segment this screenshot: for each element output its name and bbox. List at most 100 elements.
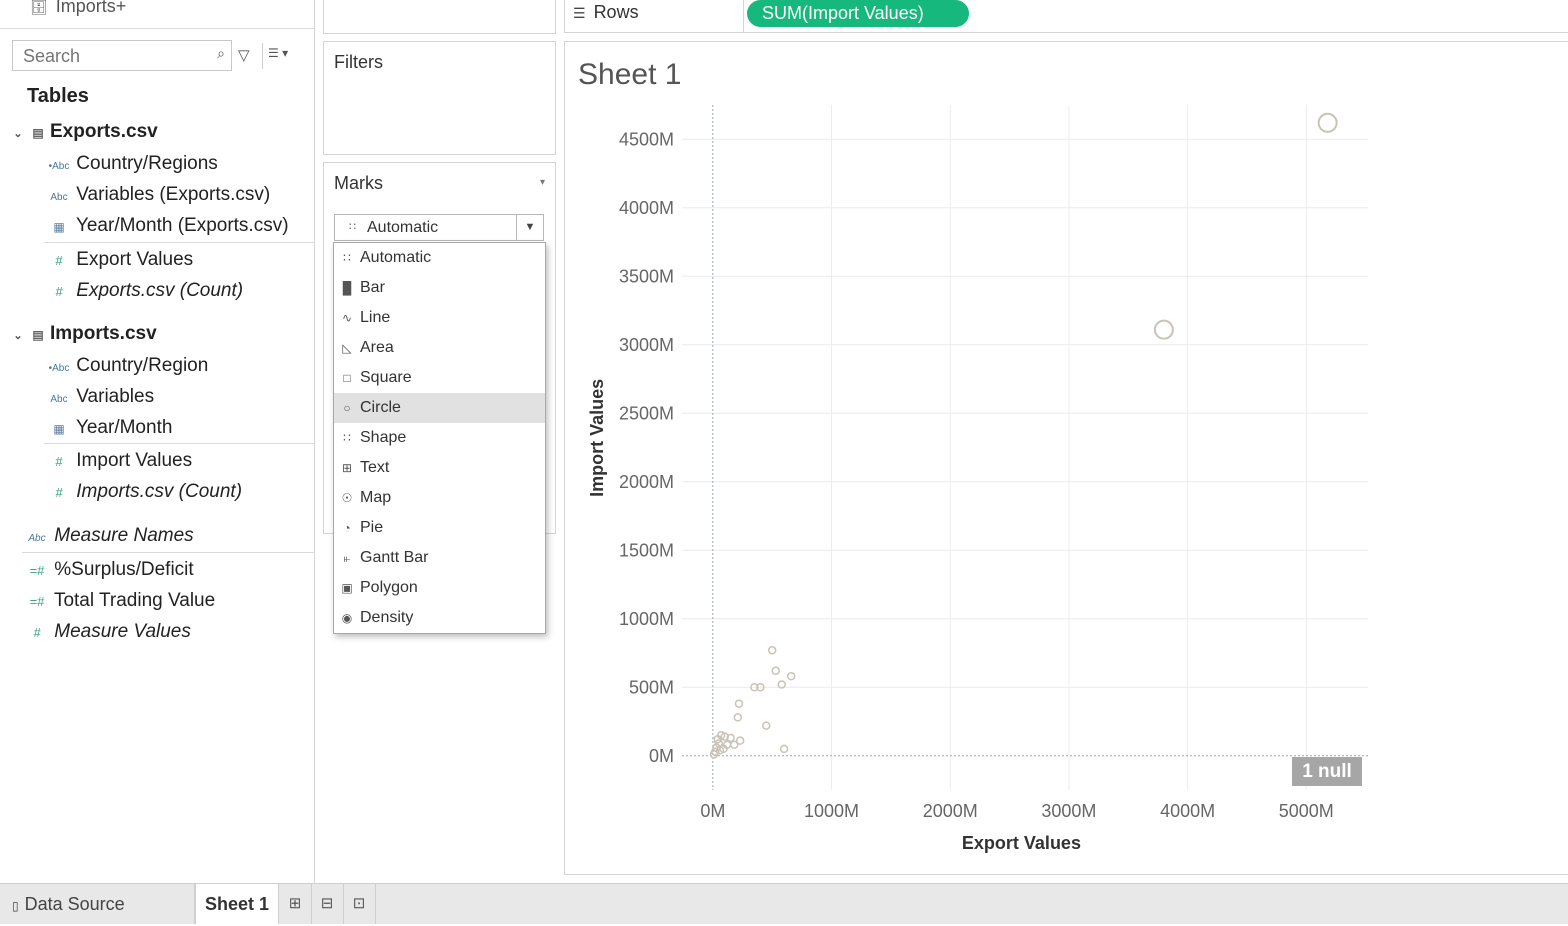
field-surplus-deficit[interactable]: =# %Surplus/Deficit (25, 556, 194, 584)
field-label: %Surplus/Deficit (54, 559, 194, 580)
field-label: Variables (76, 386, 155, 407)
mark-option-density[interactable]: ◉ Density (334, 603, 545, 633)
number-icon: # (55, 485, 63, 500)
chevron-down-icon[interactable]: ⌄ (10, 120, 26, 148)
option-label: Map (360, 489, 392, 506)
data-point (762, 721, 771, 730)
option-label: Bar (360, 279, 385, 296)
field-total-trading-value[interactable]: =# Total Trading Value (25, 587, 216, 615)
divider (44, 242, 314, 243)
data-point (1317, 112, 1338, 133)
mark-option-map[interactable]: ☉ Map (334, 483, 545, 513)
option-label: Density (360, 609, 414, 626)
new-story-icon[interactable]: ⊡ (343, 884, 376, 924)
mark-option-bar[interactable]: ▐▌ Bar (334, 273, 545, 303)
mark-option-automatic[interactable]: ∷ Automatic (334, 243, 545, 273)
mark-option-gantt-bar[interactable]: ⫦ Gantt Bar (334, 543, 545, 573)
null-indicator[interactable]: 1 null (1292, 757, 1362, 786)
field-label: Exports.csv (Count) (76, 280, 244, 301)
datasource-icon: 🗄︎ (30, 0, 48, 15)
field-label: Imports.csv (Count) (76, 481, 243, 502)
filter-icon[interactable]: ▽ (238, 46, 250, 64)
field-country-regions[interactable]: •Abc Country/Regions (47, 150, 218, 178)
automatic-icon: ∷ (343, 251, 351, 265)
field-variables-exports[interactable]: Abc Variables (Exports.csv) (47, 181, 270, 209)
mark-type-select[interactable]: ∷ Automatic ▼ (334, 214, 544, 241)
mark-option-square[interactable]: □ Square (334, 363, 545, 393)
new-dashboard-icon[interactable]: ⊟ (311, 884, 344, 924)
search-input[interactable] (21, 42, 205, 71)
text-icon: ⊞ (341, 461, 353, 475)
field-export-values[interactable]: # Export Values (47, 246, 193, 274)
density-icon: ◉ (341, 611, 353, 625)
search-icon[interactable]: ⌕ (217, 45, 225, 62)
x-tick-label: 2000M (923, 801, 978, 821)
field-variables[interactable]: Abc Variables (47, 383, 154, 411)
y-tick-label: 1000M (619, 609, 674, 629)
field-measure-values[interactable]: # Measure Values (25, 618, 191, 646)
tab-data-source[interactable]: ▯ Data Source (12, 884, 125, 924)
divider (743, 0, 744, 32)
mark-option-line[interactable]: ∿ Line (334, 303, 545, 333)
data-point (767, 646, 777, 655)
x-tick-label: 0M (700, 801, 725, 821)
field-label: Country/Region (76, 355, 209, 376)
pages-shelf[interactable] (323, 0, 556, 34)
scatter-chart[interactable]: 0M 1000M 2000M 3000M 4000M 5000M 0M 500M 1000M 15… (564, 100, 1564, 870)
field-imports-count[interactable]: # Imports.csv (Count) (47, 478, 242, 506)
mark-option-polygon[interactable]: ▣ Polygon (334, 573, 545, 603)
option-label: Line (360, 309, 391, 326)
x-tick-label: 3000M (1041, 801, 1096, 821)
mark-option-pie[interactable]: ◔ Pie (334, 513, 545, 543)
data-point (729, 740, 739, 750)
y-tick-label: 3500M (619, 266, 674, 286)
datasource-title[interactable]: 🗄︎ Imports+ (30, 0, 126, 17)
mark-option-circle[interactable]: ○ Circle (334, 393, 545, 423)
mark-option-area[interactable]: ◺ Area (334, 333, 545, 363)
y-tick-label: 2500M (619, 403, 674, 423)
option-label: Circle (360, 399, 401, 416)
mark-option-text[interactable]: ⊞ Text (334, 453, 545, 483)
option-label: Area (360, 339, 394, 356)
mark-option-shape[interactable]: ∷ Shape (334, 423, 545, 453)
field-year-month[interactable]: ▦ Year/Month (47, 414, 172, 442)
filters-shelf[interactable]: Filters (323, 41, 556, 155)
field-country-region[interactable]: •Abc Country/Region (47, 352, 209, 380)
calculated-number-icon: =# (29, 594, 45, 609)
option-label: Shape (360, 429, 407, 446)
sheet-tab-bar: ▯ Data Source Sheet 1 ⊞ ⊟ ⊡ (0, 883, 1568, 924)
field-year-month-exports[interactable]: ▦ Year/Month (Exports.csv) (47, 212, 288, 240)
rows-pill-import-values[interactable]: SUM(Import Values) (747, 0, 969, 27)
search-field[interactable]: ⌕ (12, 40, 232, 71)
option-label: Gantt Bar (360, 549, 429, 566)
y-axis-title: Import Values (587, 379, 607, 497)
field-label: Variables (Exports.csv) (76, 184, 271, 205)
tables-heading: Tables (27, 85, 89, 107)
field-label: Export Values (76, 249, 194, 270)
chevron-down-icon[interactable]: ⌄ (10, 322, 26, 350)
marks-title: Marks (334, 173, 383, 193)
table-icon: ▤ (32, 328, 44, 342)
field-import-values[interactable]: # Import Values (47, 447, 192, 475)
field-exports-count[interactable]: # Exports.csv (Count) (47, 277, 243, 305)
tab-sheet-1[interactable]: Sheet 1 (195, 884, 279, 924)
table-imports[interactable]: ⌄ ▤ Imports.csv (10, 320, 156, 350)
marks-menu-icon[interactable]: ▾ (540, 177, 545, 188)
map-icon: ☉ (341, 491, 353, 505)
table-exports[interactable]: ⌄ ▤ Exports.csv (10, 118, 157, 148)
number-icon: # (55, 284, 63, 299)
y-tick-label: 500M (629, 677, 674, 697)
field-measure-names[interactable]: Abc Measure Names (25, 522, 193, 550)
calendar-icon: ▦ (53, 422, 65, 436)
sheet-title[interactable]: Sheet 1 (578, 58, 681, 92)
y-tick-label: 4000M (619, 198, 674, 218)
y-tick-label: 1500M (619, 540, 674, 560)
number-icon: # (33, 625, 41, 640)
new-worksheet-icon[interactable]: ⊞ (279, 884, 312, 924)
option-label: Pie (360, 519, 384, 536)
mark-type-dropdown: ∷ Automatic ▐▌ Bar ∿ Line ◺ Area □ Square ○ Ci… (333, 242, 546, 634)
view-options-icon[interactable]: ☰ ▾ (268, 46, 288, 60)
chevron-down-icon[interactable]: ▼ (516, 215, 543, 240)
field-label: Country/Regions (76, 153, 218, 174)
rows-shelf[interactable]: ☰ Rows SUM(Import Values) (564, 0, 1568, 33)
